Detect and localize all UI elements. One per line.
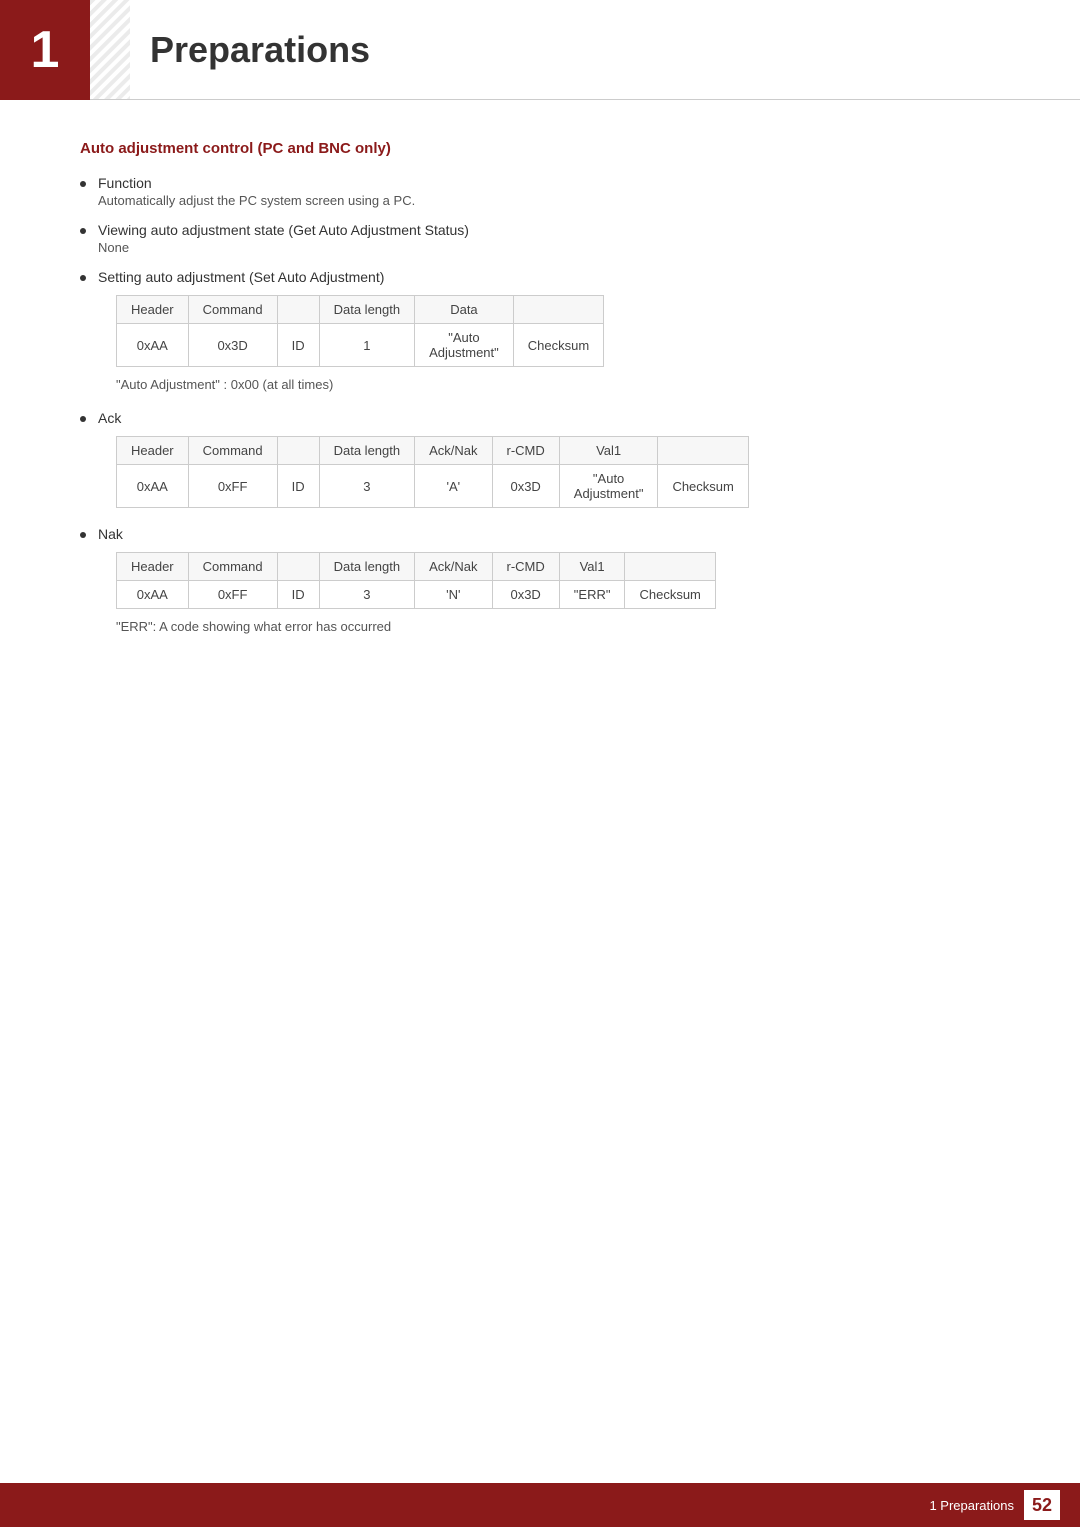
th-val1: Val1	[559, 553, 625, 581]
td-command: 0x3D	[188, 324, 277, 367]
section-title: Auto adjustment control (PC and BNC only…	[80, 140, 1000, 157]
bullet-dot	[80, 416, 86, 422]
td-data: "AutoAdjustment"	[415, 324, 514, 367]
th-command: Command	[188, 296, 277, 324]
th-command: Command	[188, 553, 277, 581]
note-setting: "Auto Adjustment" : 0x00 (at all times)	[116, 377, 1000, 392]
th-val1: Val1	[559, 437, 658, 465]
th-r-cmd: r-CMD	[492, 553, 559, 581]
td-command: 0xFF	[188, 465, 277, 508]
ack-table: Header Command Data length Ack/Nak r-CMD…	[116, 436, 749, 508]
bullet-dot	[80, 228, 86, 234]
td-r-cmd: 0x3D	[492, 465, 559, 508]
td-ack-nak: 'N'	[415, 581, 492, 609]
bullet-dot	[80, 532, 86, 538]
page-title: Preparations	[150, 29, 370, 71]
bullet-label-nak: Nak	[98, 526, 1000, 542]
td-header: 0xAA	[117, 581, 189, 609]
th-r-cmd: r-CMD	[492, 437, 559, 465]
bullet-dot	[80, 275, 86, 281]
td-checksum: Checksum	[625, 581, 715, 609]
th-header: Header	[117, 296, 189, 324]
bullet-sub: None	[98, 240, 1000, 255]
bullet-content-setting: Setting auto adjustment (Set Auto Adjust…	[98, 269, 1000, 402]
td-header: 0xAA	[117, 465, 189, 508]
th-header: Header	[117, 553, 189, 581]
th-data-length: Data length	[319, 553, 415, 581]
th-checksum	[513, 296, 603, 324]
th-checksum	[658, 437, 748, 465]
td-val1: "AutoAdjustment"	[559, 465, 658, 508]
th-command: Command	[188, 437, 277, 465]
td-header: 0xAA	[117, 324, 189, 367]
ack-table-wrapper: Header Command Data length Ack/Nak r-CMD…	[116, 436, 1000, 508]
note-nak: "ERR": A code showing what error has occ…	[116, 619, 1000, 634]
td-checksum: Checksum	[513, 324, 603, 367]
td-id: ID	[277, 581, 319, 609]
bullet-label: Viewing auto adjustment state (Get Auto …	[98, 222, 1000, 238]
th-ack-nak: Ack/Nak	[415, 553, 492, 581]
td-command: 0xFF	[188, 581, 277, 609]
th-data-length: Data length	[319, 437, 415, 465]
td-data-length: 3	[319, 581, 415, 609]
td-id: ID	[277, 324, 319, 367]
list-item: Setting auto adjustment (Set Auto Adjust…	[80, 269, 1000, 402]
th-data: Data	[415, 296, 514, 324]
th-header: Header	[117, 437, 189, 465]
bullet-sub: Automatically adjust the PC system scree…	[98, 193, 1000, 208]
main-content: Auto adjustment control (PC and BNC only…	[0, 100, 1080, 732]
table-row: 0xAA 0x3D ID 1 "AutoAdjustment" Checksum	[117, 324, 604, 367]
bullet-content-viewing: Viewing auto adjustment state (Get Auto …	[98, 222, 1000, 261]
bullet-dot	[80, 181, 86, 187]
footer-page-number: 52	[1024, 1490, 1060, 1520]
page-header: 1 Preparations	[0, 0, 1080, 100]
td-ack-nak: 'A'	[415, 465, 492, 508]
td-id: ID	[277, 465, 319, 508]
bullet-content-ack: Ack Header Command Data length Ack/Nak r…	[98, 410, 1000, 518]
bullet-content-nak: Nak Header Command Data length Ack/Nak r…	[98, 526, 1000, 644]
nak-table: Header Command Data length Ack/Nak r-CMD…	[116, 552, 716, 609]
list-item: Viewing auto adjustment state (Get Auto …	[80, 222, 1000, 261]
list-item: Nak Header Command Data length Ack/Nak r…	[80, 526, 1000, 644]
footer-text: 1 Preparations	[929, 1498, 1014, 1513]
list-item: Ack Header Command Data length Ack/Nak r…	[80, 410, 1000, 518]
td-r-cmd: 0x3D	[492, 581, 559, 609]
chapter-block: 1	[0, 0, 90, 100]
th-ack-nak: Ack/Nak	[415, 437, 492, 465]
setting-table: Header Command Data length Data 0xAA	[116, 295, 604, 367]
bullet-label: Function	[98, 175, 1000, 191]
page-footer: 1 Preparations 52	[0, 1483, 1080, 1527]
td-checksum: Checksum	[658, 465, 748, 508]
td-val1: "ERR"	[559, 581, 625, 609]
th-checksum	[625, 553, 715, 581]
bullet-list: Function Automatically adjust the PC sys…	[80, 175, 1000, 644]
stripe-decoration	[90, 0, 130, 100]
bullet-label-ack: Ack	[98, 410, 1000, 426]
bullet-content-function: Function Automatically adjust the PC sys…	[98, 175, 1000, 214]
table-row: 0xAA 0xFF ID 3 'A' 0x3D "AutoAdjustment"…	[117, 465, 749, 508]
nak-table-wrapper: Header Command Data length Ack/Nak r-CMD…	[116, 552, 1000, 609]
th-id	[277, 437, 319, 465]
list-item: Function Automatically adjust the PC sys…	[80, 175, 1000, 214]
th-id	[277, 553, 319, 581]
th-data-length: Data length	[319, 296, 415, 324]
td-data-length: 3	[319, 465, 415, 508]
chapter-number: 1	[31, 20, 60, 80]
bullet-label: Setting auto adjustment (Set Auto Adjust…	[98, 269, 1000, 285]
setting-table-wrapper: Header Command Data length Data 0xAA	[116, 295, 1000, 367]
td-data-length: 1	[319, 324, 415, 367]
th-id	[277, 296, 319, 324]
table-row: 0xAA 0xFF ID 3 'N' 0x3D "ERR" Checksum	[117, 581, 716, 609]
